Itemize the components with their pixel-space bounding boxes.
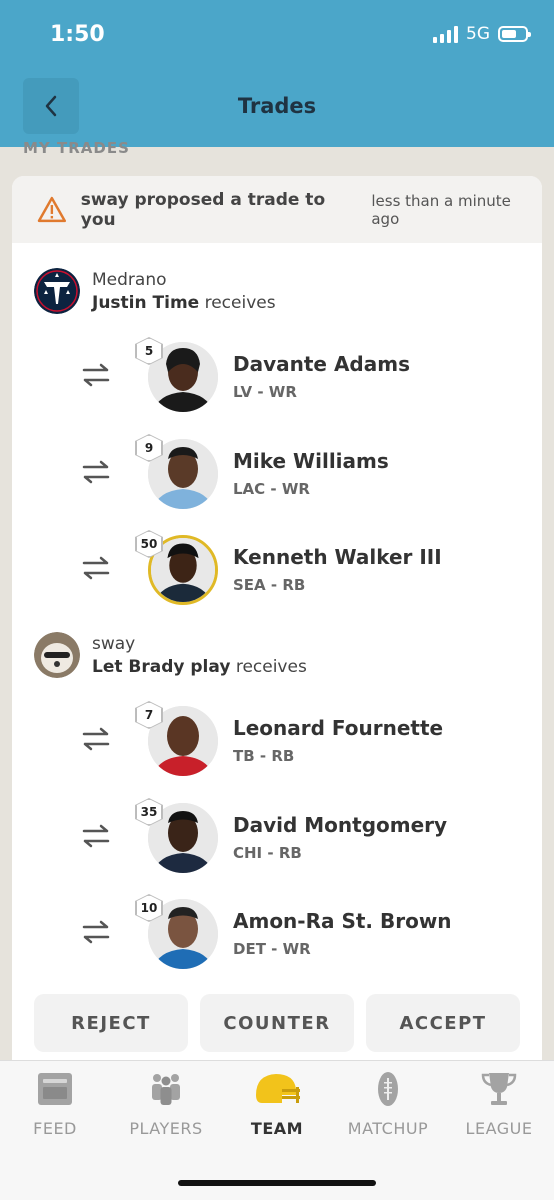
status-bar-right: 5G: [433, 24, 531, 44]
tab-label: PLAYERS: [129, 1119, 203, 1138]
player-name: Mike Williams: [233, 449, 389, 473]
accept-button[interactable]: ACCEPT: [366, 994, 520, 1052]
football-icon: [378, 1072, 398, 1106]
trophy-icon: [481, 1073, 517, 1105]
tab-bar: FEED PLAYERS TEAM MATCHUP LEAGUE: [0, 1060, 554, 1200]
dog-avatar-icon: [34, 632, 80, 678]
swap-icon: [82, 363, 110, 387]
team-receives-line: Justin Time receives: [92, 293, 276, 313]
receives-label: receives: [230, 656, 307, 677]
tab-label: MATCHUP: [347, 1119, 429, 1138]
team-owner: Medrano: [92, 269, 167, 290]
tab-matchup[interactable]: MATCHUP: [333, 1061, 443, 1161]
tab-players[interactable]: PLAYERS: [111, 1061, 221, 1161]
receives-label: receives: [199, 292, 276, 313]
players-icon: [152, 1074, 180, 1105]
titans-logo-icon: [34, 268, 80, 314]
player-position: TB - RB: [233, 747, 295, 765]
swap-icon: [82, 460, 110, 484]
team-owner: sway: [92, 633, 136, 654]
player-position: SEA - RB: [233, 576, 306, 594]
player-position: DET - WR: [233, 940, 311, 958]
notice-time: less than a minute ago: [371, 191, 511, 228]
counter-button[interactable]: COUNTER: [200, 994, 354, 1052]
battery-icon: [498, 26, 531, 42]
player-name: Amon-Ra St. Brown: [233, 909, 452, 933]
trade-notice: sway proposed a trade to you less than a…: [12, 176, 542, 243]
swap-icon: [82, 556, 110, 580]
player-position: LAC - WR: [233, 480, 310, 498]
player-row[interactable]: 10 Amon-Ra St. Brown DET - WR: [12, 894, 542, 973]
tab-label: LEAGUE: [465, 1119, 533, 1138]
app-header: 1:50 5G Trades: [0, 0, 554, 147]
page-title: Trades: [237, 94, 317, 118]
player-row[interactable]: 5 Davante Adams LV - WR: [12, 337, 542, 416]
swap-icon: [82, 727, 110, 751]
reject-button[interactable]: REJECT: [34, 994, 188, 1052]
notice-message: sway proposed a trade to you: [80, 189, 326, 230]
swap-icon: [82, 824, 110, 848]
trade-card: sway proposed a trade to you less than a…: [12, 176, 542, 1076]
player-name: Leonard Fournette: [233, 716, 444, 740]
tab-league[interactable]: LEAGUE: [444, 1061, 554, 1161]
trade-actions: REJECT COUNTER ACCEPT: [34, 994, 520, 1052]
player-row[interactable]: 7 Leonard Fournette TB - RB: [12, 701, 542, 780]
tab-feed[interactable]: FEED: [0, 1061, 110, 1161]
player-row[interactable]: 9 Mike Williams LAC - WR: [12, 434, 542, 513]
home-indicator: [178, 1180, 376, 1186]
tab-team[interactable]: TEAM: [222, 1061, 332, 1161]
player-position: CHI - RB: [233, 844, 302, 862]
player-row[interactable]: 35 David Montgomery CHI - RB: [12, 798, 542, 877]
swap-icon: [82, 920, 110, 944]
player-name: Davante Adams: [233, 352, 410, 376]
team-name: Let Brady play: [92, 656, 231, 677]
team-name: Justin Time: [92, 292, 200, 313]
network-label: 5G: [466, 24, 490, 44]
team-header: Medrano Justin Time receives: [34, 268, 276, 314]
team-receives-line: Let Brady play receives: [92, 657, 307, 677]
team-header: sway Let Brady play receives: [34, 632, 307, 678]
warning-icon: [37, 196, 66, 223]
player-name: David Montgomery: [233, 813, 448, 837]
signal-icon: [433, 25, 458, 43]
player-name: Kenneth Walker III: [233, 545, 442, 569]
player-position: LV - WR: [233, 383, 297, 401]
status-time: 1:50: [50, 22, 105, 47]
feed-icon: [38, 1073, 72, 1105]
helmet-icon: [256, 1074, 300, 1103]
player-row[interactable]: 50 Kenneth Walker III SEA - RB: [12, 530, 542, 609]
tab-label: FEED: [33, 1119, 77, 1138]
tab-label: TEAM: [250, 1119, 304, 1138]
section-label: MY TRADES: [23, 139, 130, 157]
